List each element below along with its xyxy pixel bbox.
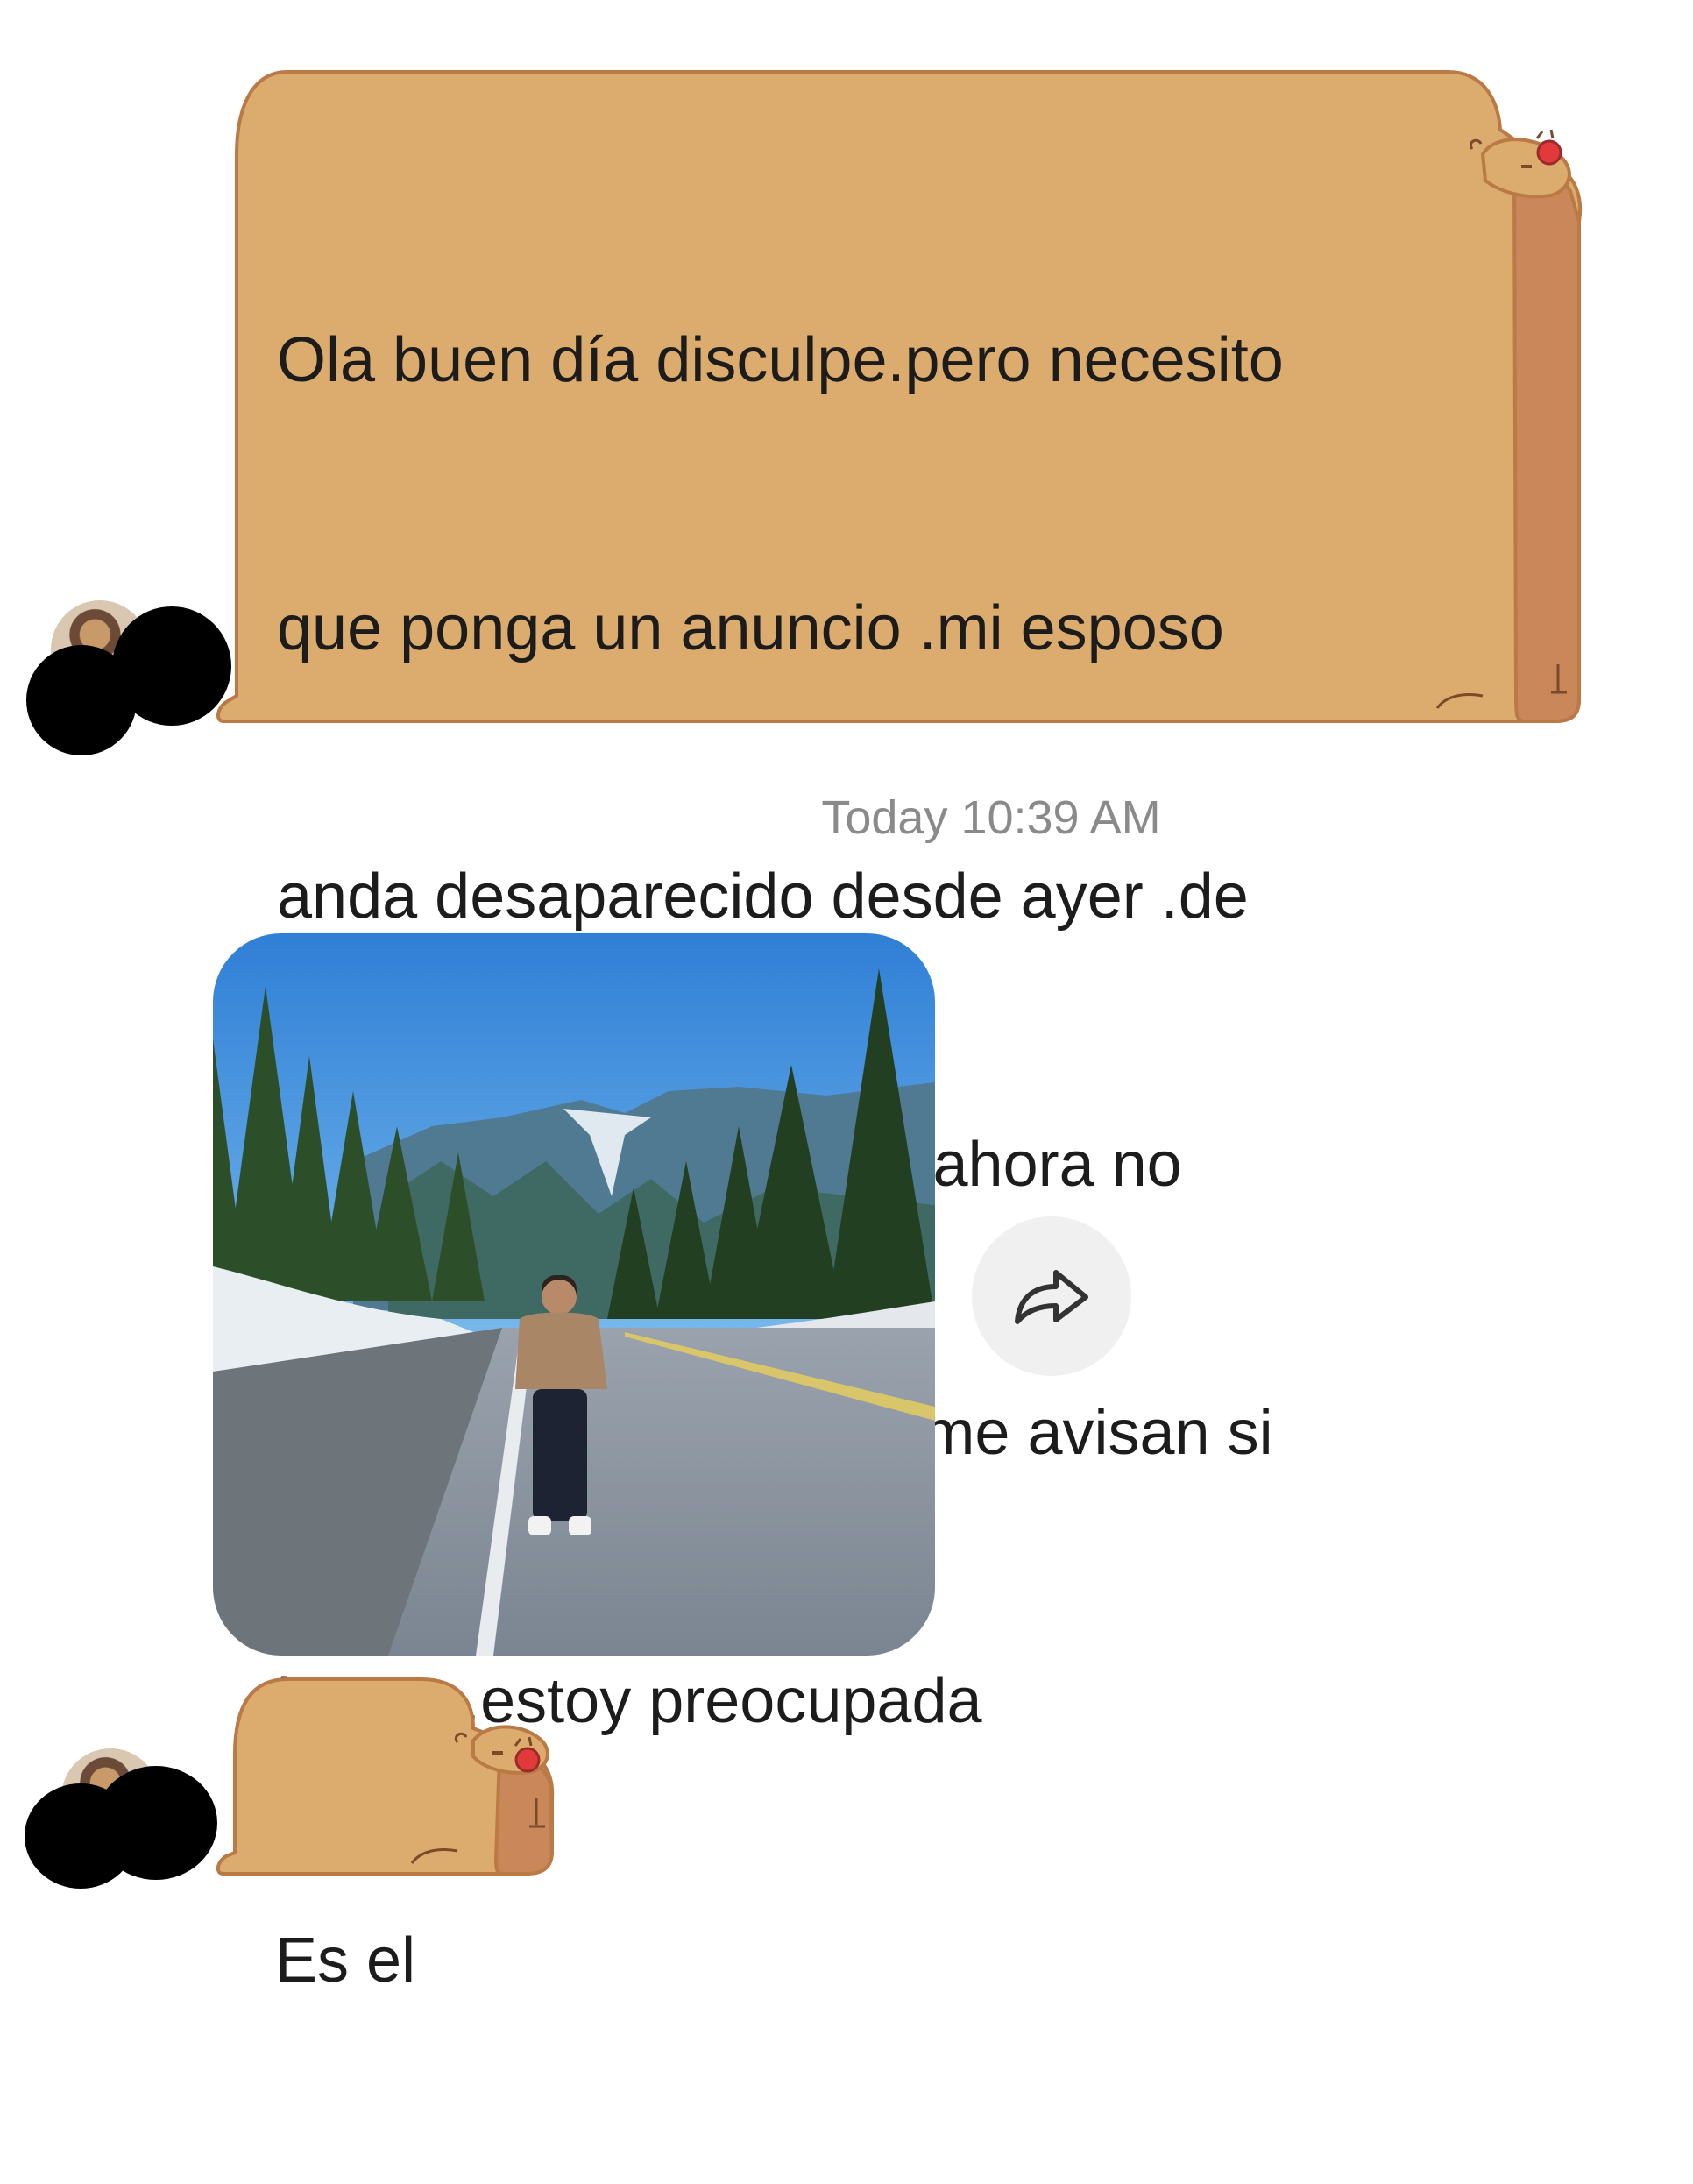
message-bubble[interactable]: Es el	[210, 1676, 561, 1996]
timestamp: Today 10:39 AM	[821, 791, 1161, 844]
redaction-mark	[25, 1783, 137, 1889]
share-button[interactable]	[972, 1216, 1131, 1376]
message-thread: Ola buen día disculpe.pero necesito que …	[0, 0, 1693, 1996]
message-bubble[interactable]: Ola buen día disculpe.pero necesito que …	[210, 68, 1595, 1736]
road-photo-image	[213, 933, 935, 1656]
message-text: Es el	[275, 1925, 416, 1996]
sender-avatar[interactable]	[25, 596, 231, 771]
share-arrow-icon	[1015, 1270, 1088, 1324]
redaction-mark	[26, 645, 137, 755]
sender-avatar[interactable]	[25, 1748, 217, 1906]
photo-message[interactable]	[213, 933, 935, 1656]
